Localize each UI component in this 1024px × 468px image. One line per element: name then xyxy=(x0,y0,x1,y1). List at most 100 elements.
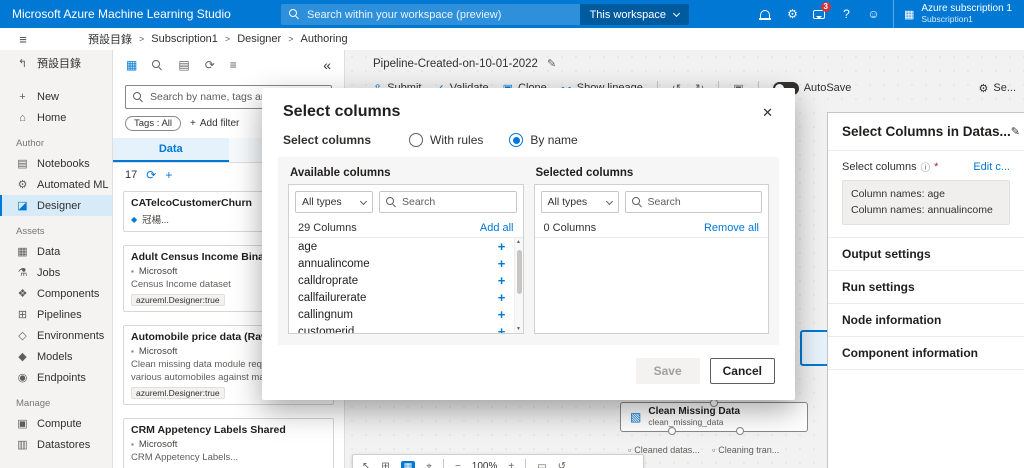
menu-icon[interactable]: ≡ xyxy=(15,32,31,47)
column-row[interactable]: callfailurerate + xyxy=(289,289,513,306)
add-column-button[interactable]: + xyxy=(493,256,511,271)
column-row[interactable]: customerid + xyxy=(289,323,513,333)
available-search-input[interactable] xyxy=(402,196,510,208)
data-view-icon[interactable]: ▦ xyxy=(126,58,137,72)
add-column-button[interactable]: + xyxy=(493,290,511,305)
add-filter-button[interactable]: + Add filter xyxy=(190,118,239,129)
add-column-button[interactable]: + xyxy=(493,239,511,254)
fit-view-icon[interactable]: ▭ xyxy=(537,461,546,468)
sidebar-section-author: Author xyxy=(16,137,44,149)
feedback-button[interactable]: 3 xyxy=(806,0,833,28)
input-port[interactable] xyxy=(710,399,718,407)
radio-checked-icon xyxy=(509,133,524,147)
clean-missing-data-node[interactable]: ▧ Clean Missing Data clean_missing_data xyxy=(620,399,808,435)
topbar-icons: ⚙ 3 ? ☺ ▦ Azure subscription 1 Subscript… xyxy=(752,0,1024,28)
crosshair-icon[interactable]: ⌖ xyxy=(426,461,432,468)
workspace-search-field[interactable] xyxy=(281,4,580,25)
smiley-button[interactable]: ☺ xyxy=(860,0,887,28)
section-output-settings[interactable]: Output settings xyxy=(828,236,1024,270)
zoom-in-icon[interactable]: + xyxy=(508,461,514,468)
column-row[interactable]: calldroprate + xyxy=(289,272,513,289)
help-button[interactable]: ? xyxy=(833,0,860,28)
port-icon: ▫ xyxy=(712,445,716,455)
tags-filter-pill[interactable]: Tags : All xyxy=(125,116,182,131)
edit-columns-link[interactable]: Edit c... xyxy=(973,161,1010,173)
type-filter-dropdown[interactable]: All types xyxy=(295,191,373,213)
subscription-switcher[interactable]: ▦ Azure subscription 1 Subscription1 xyxy=(892,0,1024,28)
section-component-information[interactable]: Component information xyxy=(828,335,1024,370)
tab-data[interactable]: Data xyxy=(113,138,229,162)
refresh-icon[interactable]: ⟳ xyxy=(205,58,215,72)
output-port[interactable] xyxy=(736,427,745,435)
save-button[interactable]: Save xyxy=(635,358,700,384)
column-row[interactable]: callingnum + xyxy=(289,306,513,323)
sidebar-item-notebooks[interactable]: ▤ Notebooks xyxy=(0,153,112,174)
app-title: Microsoft Azure Machine Learning Studio xyxy=(12,7,231,21)
sidebar-directory[interactable]: ↰ 預設目錄 xyxy=(0,50,112,76)
add-asset-icon[interactable]: + xyxy=(165,168,172,182)
selected-search-input[interactable] xyxy=(647,196,755,208)
sidebar-item-compute[interactable]: ▣ Compute xyxy=(0,413,112,434)
scroll-down-icon[interactable]: ▼ xyxy=(515,326,523,332)
zoom-out-icon[interactable]: − xyxy=(455,461,461,468)
available-search-box[interactable] xyxy=(379,191,517,213)
add-column-button[interactable]: + xyxy=(493,307,511,322)
chevron-down-icon xyxy=(359,197,368,205)
search-icon xyxy=(386,196,397,208)
section-node-information[interactable]: Node information xyxy=(828,302,1024,336)
scrollbar[interactable]: ▲ ▼ xyxy=(513,238,523,333)
sidebar-item-designer[interactable]: ◪ Designer xyxy=(0,195,112,216)
frame-select-icon[interactable]: ⊞ xyxy=(381,461,389,468)
add-column-button[interactable]: + xyxy=(493,324,511,333)
sidebar-item-jobs[interactable]: ⚗ Jobs xyxy=(0,262,112,283)
column-row[interactable]: age + xyxy=(289,238,513,255)
sidebar-item-endpoints[interactable]: ◉ Endpoints xyxy=(0,367,112,388)
breadcrumb-directory[interactable]: 預設目錄 xyxy=(88,31,132,47)
edit-pencil-icon[interactable]: ✎ xyxy=(547,57,556,70)
type-filter-dropdown[interactable]: All types xyxy=(540,191,619,213)
breadcrumb-designer[interactable]: Designer xyxy=(237,33,281,45)
settings-button[interactable]: ⚙ Se... xyxy=(979,82,1017,95)
breadcrumb-authoring: Authoring xyxy=(300,33,348,45)
remove-all-link[interactable]: Remove all xyxy=(704,222,759,234)
output-port-label: ▫ Cleaning tran... xyxy=(712,445,780,455)
notifications-button[interactable] xyxy=(752,0,779,28)
sidebar-item-new[interactable]: + New xyxy=(0,86,112,107)
pointer-icon[interactable]: ↖ xyxy=(362,461,370,468)
refresh-icon[interactable]: ⟳ xyxy=(146,168,156,182)
add-column-button[interactable]: + xyxy=(493,273,511,288)
output-port[interactable] xyxy=(667,427,676,435)
scrollbar-thumb[interactable] xyxy=(516,250,522,294)
collapse-panel-icon[interactable]: « xyxy=(323,57,331,73)
workspace-search-input[interactable] xyxy=(307,8,572,21)
settings-button[interactable]: ⚙ xyxy=(779,0,806,28)
sidebar-item-automated-ml[interactable]: ⚙ Automated ML xyxy=(0,174,112,195)
section-run-settings[interactable]: Run settings xyxy=(828,269,1024,303)
edit-pencil-icon[interactable]: ✎ xyxy=(1011,125,1020,138)
sidebar-item-data[interactable]: ▦ Data xyxy=(0,241,112,262)
catalog-icon[interactable]: ▤ xyxy=(178,58,189,72)
reset-view-icon[interactable]: ↺ xyxy=(558,461,566,468)
list-view-icon[interactable]: ≡ xyxy=(230,58,237,72)
sidebar-item-datastores[interactable]: ▥ Datastores xyxy=(0,434,112,455)
selected-search-box[interactable] xyxy=(624,191,762,213)
add-all-link[interactable]: Add all xyxy=(480,222,514,234)
radio-by-name[interactable]: By name xyxy=(509,133,578,147)
sidebar-item-components[interactable]: ❖ Components xyxy=(0,283,112,304)
breadcrumb-subscription[interactable]: Subscription1 xyxy=(151,33,218,45)
search-view-icon[interactable] xyxy=(152,59,163,71)
properties-title: Select Columns in Datas... xyxy=(842,124,1011,139)
column-row[interactable]: annualincome + xyxy=(289,255,513,272)
minimap-icon[interactable]: ▦ xyxy=(400,460,416,468)
close-icon[interactable]: ✕ xyxy=(758,103,777,123)
sidebar-item-environments[interactable]: ◇ Environments xyxy=(0,325,112,346)
search-scope-dropdown[interactable]: This workspace xyxy=(579,4,689,25)
radio-with-rules[interactable]: With rules xyxy=(409,133,483,147)
bell-icon xyxy=(759,9,772,20)
cancel-button[interactable]: Cancel xyxy=(709,358,775,384)
sidebar-item-pipelines[interactable]: ⊞ Pipelines xyxy=(0,304,112,325)
asset-card[interactable]: CRM Appetency Labels Shared ▪ Microsoft … xyxy=(123,418,334,468)
scroll-up-icon[interactable]: ▲ xyxy=(515,239,523,245)
sidebar-item-models[interactable]: ◆ Models xyxy=(0,346,112,367)
sidebar-item-home[interactable]: ⌂ Home xyxy=(0,107,112,128)
